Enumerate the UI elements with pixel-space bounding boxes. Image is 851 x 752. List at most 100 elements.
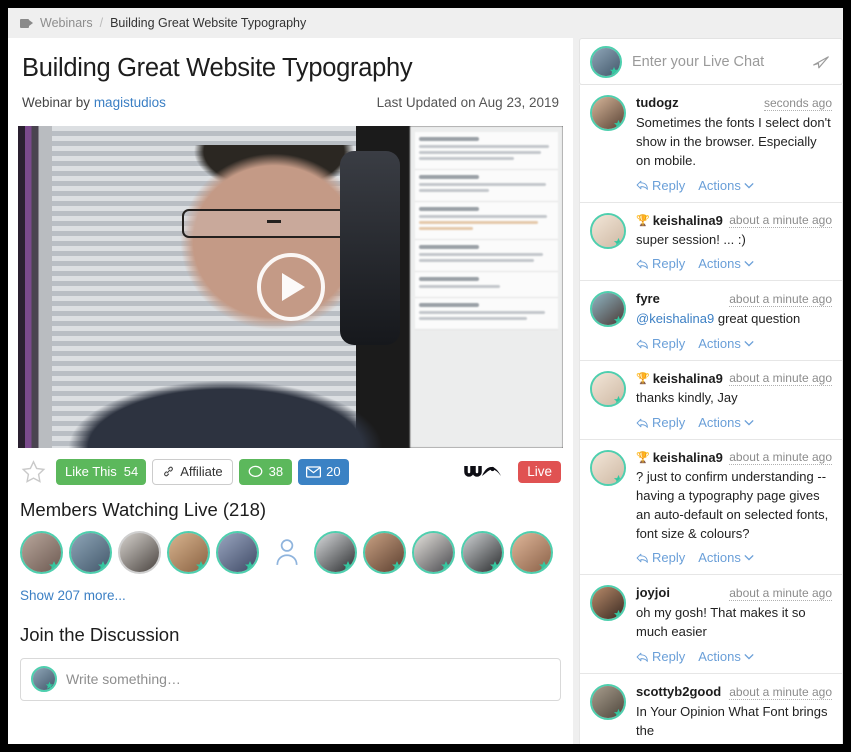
message-count: 20	[326, 464, 341, 480]
live-badge: Live	[518, 460, 561, 483]
show-more-members-link[interactable]: Show 207 more...	[8, 574, 573, 603]
video-camera-icon	[20, 18, 33, 28]
actions-menu[interactable]: Actions	[698, 336, 754, 351]
star-badge-icon	[392, 560, 402, 571]
chat-message-username[interactable]: joyjoi	[636, 585, 670, 600]
star-badge-icon	[613, 610, 624, 620]
chat-message-avatar[interactable]	[590, 585, 626, 622]
chat-message-username[interactable]: fyre	[636, 291, 660, 306]
chevron-down-icon	[744, 182, 754, 189]
discussion-heading: Join the Discussion	[20, 623, 180, 645]
member-avatar[interactable]	[314, 530, 357, 574]
chat-message-text: Sometimes the fonts I select don't show …	[636, 115, 831, 168]
chat-message-text: oh my gosh! That makes it so much easier	[636, 605, 806, 640]
content-columns: Building Great Website Typography Webina…	[8, 38, 843, 744]
reply-link[interactable]: Reply	[636, 649, 685, 664]
star-badge-icon	[45, 681, 54, 689]
like-count: 54	[123, 464, 139, 480]
star-badge-icon	[613, 709, 624, 718]
member-avatar[interactable]	[69, 530, 112, 574]
webinar-author-link[interactable]: magistudios	[94, 95, 166, 110]
breadcrumb-parent-link[interactable]: Webinars	[40, 16, 93, 30]
affiliate-button[interactable]: Affiliate	[152, 458, 233, 485]
member-avatar[interactable]	[118, 530, 161, 574]
star-badge-icon	[613, 474, 624, 484]
person-icon	[275, 539, 298, 566]
actions-menu[interactable]: Actions	[698, 415, 754, 430]
member-avatar[interactable]	[20, 530, 63, 574]
chat-message-body: 🏆 keishalina9 about a minute ago ? just t…	[636, 450, 832, 565]
chat-message-links: Reply Actions	[636, 649, 832, 664]
chat-message-username[interactable]: tudogz	[636, 95, 679, 110]
video-player[interactable]	[18, 125, 563, 448]
chat-message-avatar[interactable]	[590, 684, 626, 721]
webinar-header: Building Great Website Typography Webina…	[8, 38, 573, 110]
actions-menu[interactable]: Actions	[698, 256, 754, 271]
reply-link[interactable]: Reply	[636, 415, 685, 430]
chat-message-text: thanks kindly, Jay	[636, 390, 738, 406]
affiliate-button-label: Affiliate	[180, 464, 223, 480]
play-icon[interactable]	[256, 252, 325, 321]
chat-message-body: tudogz seconds ago Sometimes the fonts I…	[636, 95, 832, 193]
live-chat-input-row[interactable]: Enter your Live Chat	[579, 38, 843, 85]
chevron-down-icon	[744, 261, 754, 267]
app-frame: Webinars / Building Great Website Typogr…	[8, 8, 843, 744]
reply-link[interactable]: Reply	[636, 256, 685, 271]
messages-button[interactable]: 20	[298, 458, 349, 485]
video-microphone	[339, 151, 400, 345]
star-badge-icon	[441, 560, 451, 571]
chat-message-text: In Your Opinion What Font brings the	[636, 704, 828, 738]
chat-user-avatar	[590, 45, 622, 78]
chat-message-links: Reply Actions	[636, 336, 832, 351]
member-avatar[interactable]	[461, 530, 504, 574]
chat-message-text: @keishalina9 great question	[636, 311, 801, 327]
reply-link[interactable]: Reply	[636, 178, 685, 193]
member-avatar[interactable]	[412, 530, 455, 574]
chat-message-avatar[interactable]	[590, 450, 626, 487]
member-avatar[interactable]	[363, 530, 406, 574]
comments-button[interactable]: 38	[238, 458, 293, 485]
discussion-input[interactable]: Write something…	[20, 657, 561, 701]
comment-count: 38	[268, 464, 284, 480]
chat-message-avatar[interactable]	[590, 371, 626, 408]
actions-menu[interactable]: Actions	[698, 649, 754, 664]
chat-message-username[interactable]: scottyb2good	[636, 684, 721, 699]
member-avatar[interactable]	[510, 530, 553, 574]
member-avatar[interactable]	[216, 530, 259, 574]
chat-message-avatar[interactable]	[590, 212, 626, 249]
like-button[interactable]: Like This 54	[56, 458, 147, 485]
chat-message: tudogz seconds ago Sometimes the fonts I…	[579, 85, 843, 203]
chevron-down-icon	[744, 654, 754, 660]
star-badge-icon	[613, 396, 624, 405]
chat-message-text: super session! ... :)	[636, 231, 746, 247]
actions-menu[interactable]: Actions	[698, 550, 754, 565]
send-icon[interactable]	[812, 54, 830, 70]
chat-message-links: Reply Actions	[636, 550, 832, 565]
reply-link[interactable]: Reply	[636, 550, 685, 565]
star-outline-icon[interactable]	[20, 459, 47, 485]
reply-arrow-icon	[636, 652, 648, 662]
trophy-icon: 🏆	[636, 452, 650, 465]
member-avatar[interactable]	[167, 530, 210, 574]
chat-message-avatar[interactable]	[590, 291, 626, 328]
chat-message-username[interactable]: 🏆 keishalina9	[636, 371, 723, 386]
actions-menu[interactable]: Actions	[698, 178, 754, 193]
chat-message-username[interactable]: 🏆 keishalina9	[636, 450, 723, 465]
chat-message-avatar[interactable]	[590, 95, 626, 131]
chat-mention[interactable]: @keishalina9	[636, 311, 714, 326]
webinar-meta: Webinar by magistudios Last Updated on A…	[22, 95, 559, 110]
member-avatar-placeholder[interactable]	[265, 531, 308, 574]
webinar-action-bar: Like This 54 Affiliate 38 20 Live	[8, 448, 573, 485]
star-badge-icon	[613, 237, 624, 247]
star-badge-icon	[245, 560, 255, 571]
current-user-avatar	[31, 666, 57, 693]
chat-message-username[interactable]: 🏆 keishalina9	[636, 213, 723, 228]
chat-message-time: about a minute ago	[729, 212, 832, 228]
chat-message: 🏆 keishalina9 about a minute ago ? just t…	[579, 440, 843, 576]
reply-link[interactable]: Reply	[636, 336, 685, 351]
trophy-icon: 🏆	[636, 214, 650, 227]
star-badge-icon	[613, 119, 624, 129]
live-chat-panel: Enter your Live Chat tudogz seconds ago …	[579, 38, 843, 744]
live-chat-placeholder: Enter your Live Chat	[632, 53, 765, 70]
star-badge-icon	[613, 316, 624, 325]
